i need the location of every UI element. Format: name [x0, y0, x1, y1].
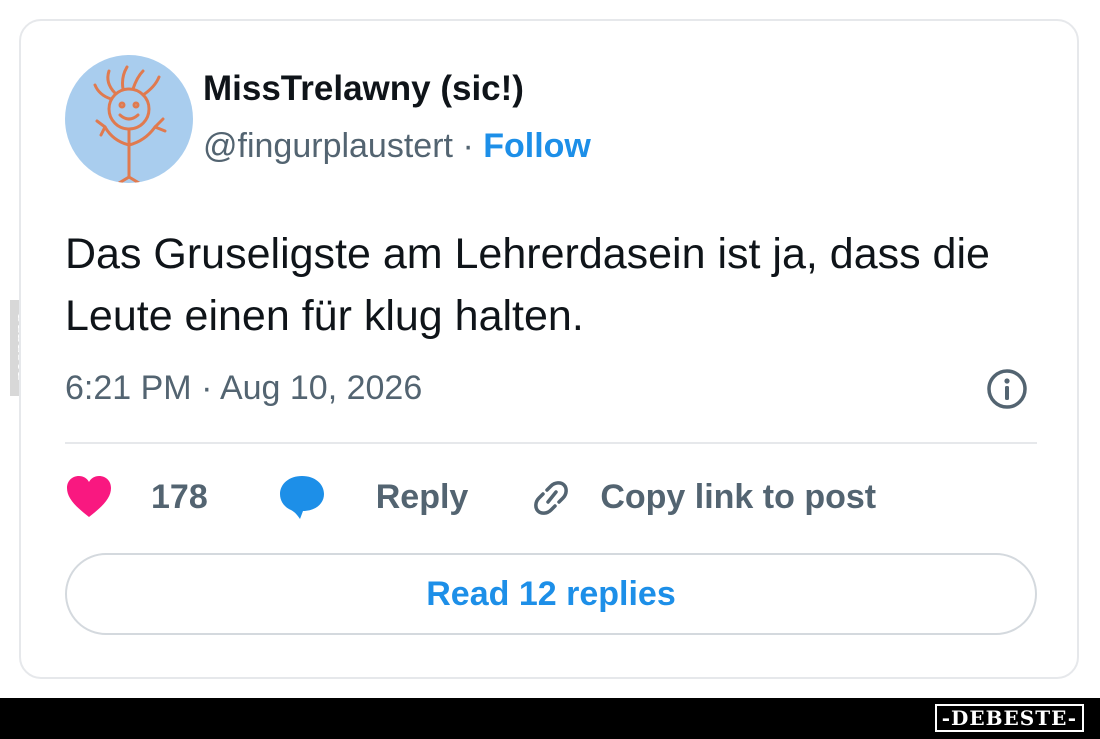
handle-row: @fingurplaustert · Follow [203, 127, 591, 166]
like-count: 178 [151, 477, 208, 516]
reply-button[interactable]: Reply [278, 474, 469, 520]
copy-link-button[interactable]: Copy link to post [528, 474, 876, 520]
divider [65, 442, 1037, 444]
info-icon[interactable] [985, 367, 1029, 411]
like-button[interactable]: 178 [65, 475, 208, 519]
link-icon [534, 481, 569, 515]
page: DEBESTE [0, 0, 1100, 739]
author-handle[interactable]: @fingurplaustert [203, 127, 453, 165]
reply-label: Reply [375, 477, 469, 516]
footer-bar: -DEBESTE- [0, 698, 1100, 739]
footer-logo: -DEBESTE- [934, 704, 1084, 732]
copy-link-label: Copy link to post [600, 477, 877, 516]
avatar[interactable] [65, 55, 193, 183]
tweet-card: MissTrelawny (sic!) @fingurplaustert · F… [19, 19, 1079, 679]
action-bar: 178 Reply Copy link to post [65, 467, 876, 527]
tweet-timestamp[interactable]: 6:21 PM · Aug 10, 2026 [65, 369, 422, 408]
tweet-text: Das Gruseligste am Lehrerdasein ist ja, … [65, 230, 990, 340]
follow-button[interactable]: Follow [483, 127, 591, 165]
read-replies-button[interactable]: Read 12 replies [65, 553, 1037, 635]
avatar-drawing [93, 65, 167, 183]
speech-bubble-icon [279, 476, 324, 519]
heart-icon [67, 476, 111, 517]
author-name[interactable]: MissTrelawny (sic!) [203, 69, 524, 109]
handle-separator: · [462, 127, 474, 165]
